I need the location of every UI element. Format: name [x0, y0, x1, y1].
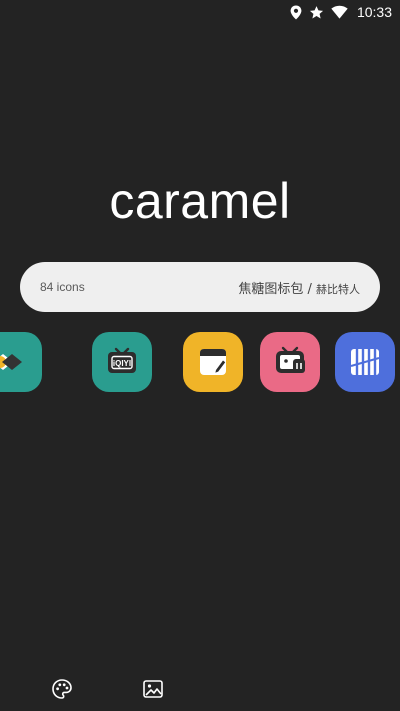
svg-text:iQIYI: iQIYI: [113, 359, 131, 368]
wallpaper-icon[interactable]: [142, 678, 164, 700]
location-icon: [290, 5, 302, 20]
stripes-app-icon[interactable]: [335, 332, 395, 392]
icon-pack-info-card[interactable]: 84 icons 焦糖图标包 / 赫比特人: [20, 262, 380, 312]
pack-description: 焦糖图标包 / 赫比特人: [238, 278, 360, 297]
bilibili-icon[interactable]: [260, 332, 320, 392]
iqiyi-icon[interactable]: iQIYI: [92, 332, 152, 392]
notes-icon[interactable]: [183, 332, 243, 392]
unknown-app-icon[interactable]: [0, 332, 42, 392]
pack-name: 焦糖图标包 /: [238, 281, 316, 297]
status-time: 10:33: [356, 4, 392, 20]
palette-icon[interactable]: [51, 678, 73, 700]
wifi-icon: [331, 5, 348, 19]
icon-pack-title: caramel: [109, 173, 291, 229]
home-screen: 10:33 caramel 84 icons 焦糖图标包 / 赫比特人 iQIY…: [0, 0, 400, 711]
pack-author: 赫比特人: [316, 282, 360, 296]
status-bar: 10:33: [0, 0, 400, 24]
star-icon: [309, 5, 324, 20]
status-icons: 10:33: [290, 3, 392, 21]
icon-count: 84 icons: [40, 280, 85, 294]
